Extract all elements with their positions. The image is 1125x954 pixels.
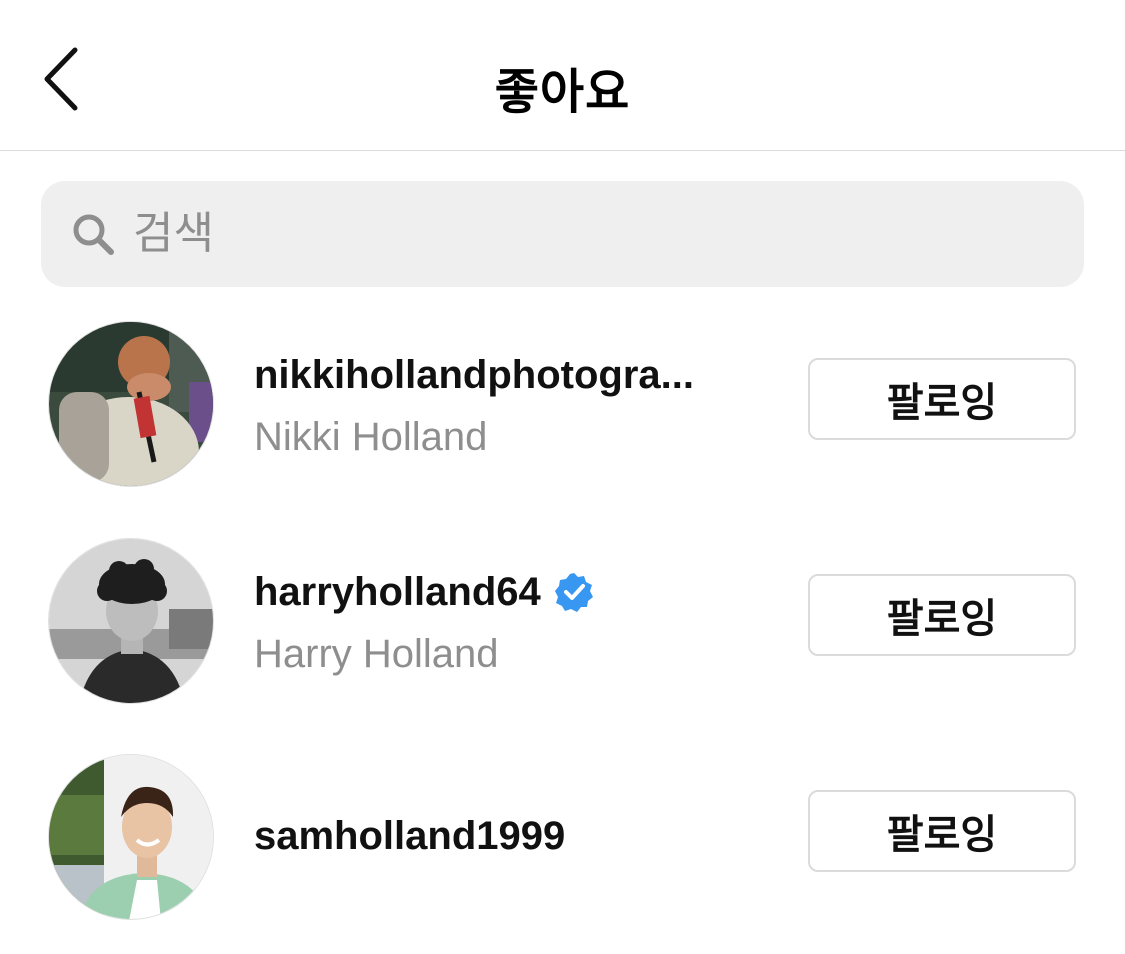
- following-button[interactable]: 팔로잉: [808, 790, 1076, 872]
- avatar[interactable]: [48, 754, 214, 920]
- avatar[interactable]: [48, 538, 214, 704]
- list-item[interactable]: nikkihollandphotogra... Nikki Holland 팔로…: [0, 321, 1125, 521]
- list-item[interactable]: harryholland64 Harry Holland 팔로잉: [0, 538, 1125, 738]
- avatar[interactable]: [48, 321, 214, 487]
- user-info: samholland1999: [254, 812, 565, 860]
- full-name: Nikki Holland: [254, 415, 488, 459]
- verified-badge-icon: [553, 571, 595, 613]
- username[interactable]: harryholland64: [254, 568, 595, 616]
- user-info: harryholland64 Harry Holland: [254, 568, 595, 678]
- list-item[interactable]: samholland1999 팔로잉: [0, 754, 1125, 954]
- search-bar[interactable]: [41, 181, 1084, 287]
- full-name: Harry Holland: [254, 632, 499, 676]
- username[interactable]: samholland1999: [254, 812, 565, 860]
- page-title: 좋아요: [494, 66, 631, 119]
- username[interactable]: nikkihollandphotogra...: [254, 351, 694, 399]
- user-info: nikkihollandphotogra... Nikki Holland: [254, 351, 694, 461]
- search-input[interactable]: [133, 209, 933, 259]
- top-navigation-bar: 좋아요: [0, 0, 1125, 151]
- following-button[interactable]: 팔로잉: [808, 574, 1076, 656]
- following-button[interactable]: 팔로잉: [808, 358, 1076, 440]
- search-icon: [69, 210, 117, 258]
